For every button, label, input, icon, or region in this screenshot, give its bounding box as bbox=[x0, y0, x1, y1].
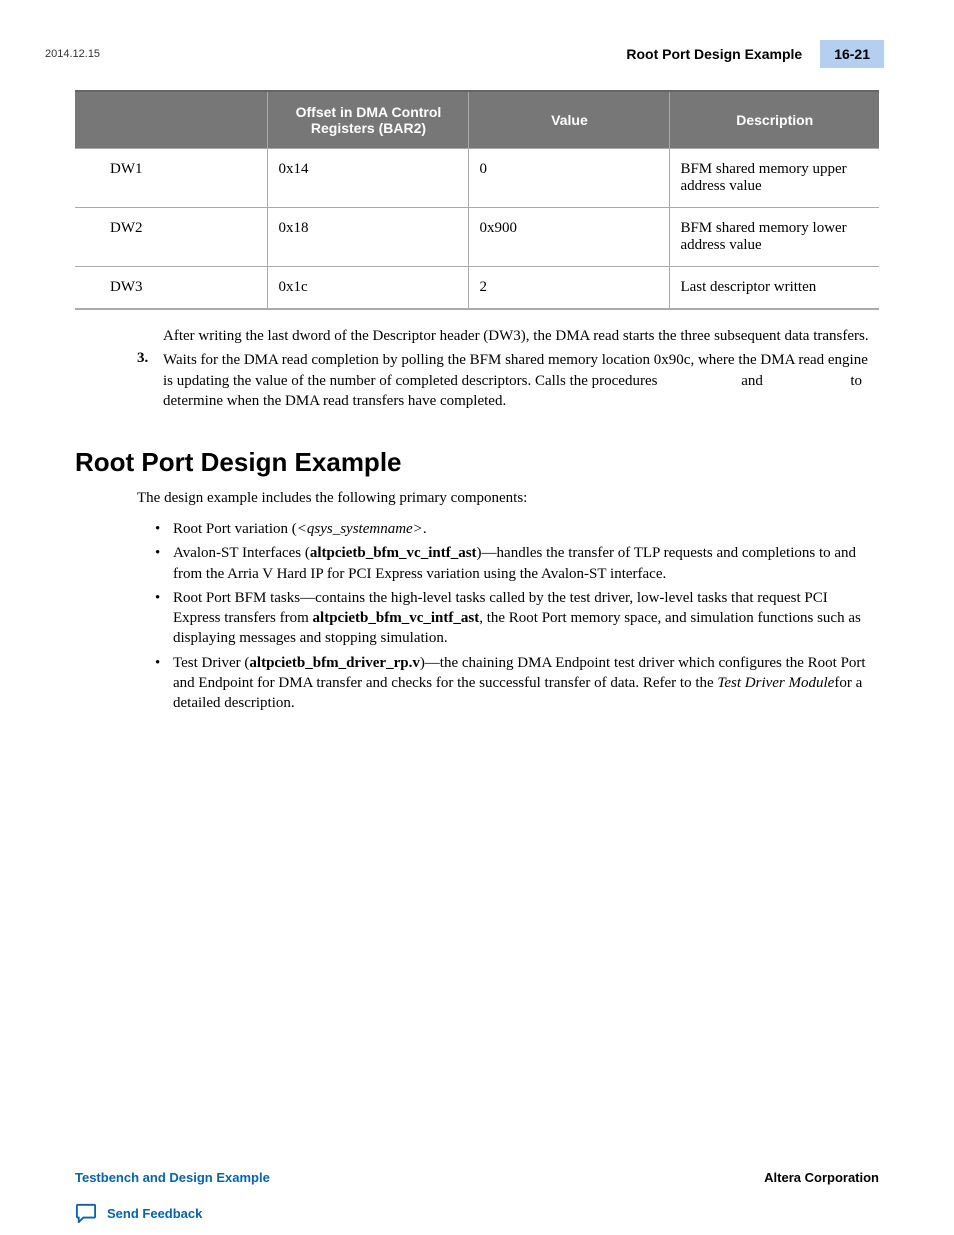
cell: Last descriptor written bbox=[670, 267, 879, 310]
page-footer: Testbench and Design Example Altera Corp… bbox=[75, 1170, 879, 1185]
table-row: DW2 0x18 0x900 BFM shared memory lower a… bbox=[75, 208, 879, 267]
list-item: Root Port BFM tasks—contains the high-le… bbox=[155, 588, 869, 649]
footer-section-link[interactable]: Testbench and Design Example bbox=[75, 1170, 270, 1185]
text: . bbox=[423, 521, 427, 537]
cell: 0x1c bbox=[268, 267, 469, 310]
cell: DW2 bbox=[75, 208, 268, 267]
header-title: Root Port Design Example bbox=[626, 46, 802, 62]
table-row: DW1 0x14 0 BFM shared memory upper addre… bbox=[75, 149, 879, 208]
cell: 0x14 bbox=[268, 149, 469, 208]
col-header-blank bbox=[75, 91, 268, 149]
col-header-offset: Offset in DMA Control Registers (BAR2) bbox=[268, 91, 469, 149]
doc-date: 2014.12.15 bbox=[45, 48, 100, 60]
page-number: 16-21 bbox=[820, 40, 884, 68]
dma-register-table: Offset in DMA Control Registers (BAR2) V… bbox=[75, 90, 879, 310]
numbered-step: 3. Waits for the DMA read completion by … bbox=[75, 350, 879, 411]
page-content: Offset in DMA Control Registers (BAR2) V… bbox=[0, 78, 954, 713]
section-heading: Root Port Design Example bbox=[75, 447, 879, 478]
italic-text: Test Driver Module bbox=[717, 675, 834, 691]
step-text: Waits for the DMA read completion by pol… bbox=[163, 350, 869, 411]
send-feedback-link[interactable]: Send Feedback bbox=[75, 1203, 202, 1223]
cell: BFM shared memory lower address value bbox=[670, 208, 879, 267]
cell: DW1 bbox=[75, 149, 268, 208]
text: Root Port variation ( bbox=[173, 521, 297, 537]
cell: 2 bbox=[469, 267, 670, 310]
text: and bbox=[737, 373, 766, 389]
list-item: Test Driver (altpcietb_bfm_driver_rp.v)—… bbox=[155, 653, 869, 714]
text: Avalon-ST Interfaces ( bbox=[173, 545, 310, 561]
list-item: Root Port variation (<qsys_systemname>. bbox=[155, 519, 869, 539]
list-item: Avalon-ST Interfaces (altpcietb_bfm_vc_i… bbox=[155, 543, 869, 584]
footer-corporation: Altera Corporation bbox=[764, 1170, 879, 1185]
section-intro: The design example includes the followin… bbox=[75, 490, 879, 507]
feedback-label: Send Feedback bbox=[107, 1206, 202, 1221]
table-row: DW3 0x1c 2 Last descriptor written bbox=[75, 267, 879, 310]
step-number: 3. bbox=[137, 350, 163, 411]
italic-text: <qsys_systemname> bbox=[297, 521, 423, 537]
col-header-description: Description bbox=[670, 91, 879, 149]
cell: BFM shared memory upper address value bbox=[670, 149, 879, 208]
cell: 0x18 bbox=[268, 208, 469, 267]
text: Test Driver ( bbox=[173, 655, 249, 671]
bold-text: altpcietb_bfm_vc_intf_ast bbox=[310, 545, 477, 561]
bold-text: altpcietb_bfm_driver_rp.v bbox=[249, 655, 419, 671]
paragraph: After writing the last dword of the Desc… bbox=[75, 326, 879, 346]
cell: 0 bbox=[469, 149, 670, 208]
col-header-value: Value bbox=[469, 91, 670, 149]
page-header: 2014.12.15 Root Port Design Example 16-2… bbox=[0, 0, 954, 78]
speech-bubble-icon bbox=[75, 1203, 97, 1223]
bold-text: altpcietb_bfm_vc_intf_ast bbox=[313, 610, 480, 626]
cell: 0x900 bbox=[469, 208, 670, 267]
bullet-list: Root Port variation (<qsys_systemname>. … bbox=[75, 519, 879, 713]
header-right: Root Port Design Example 16-21 bbox=[626, 40, 884, 68]
cell: DW3 bbox=[75, 267, 268, 310]
